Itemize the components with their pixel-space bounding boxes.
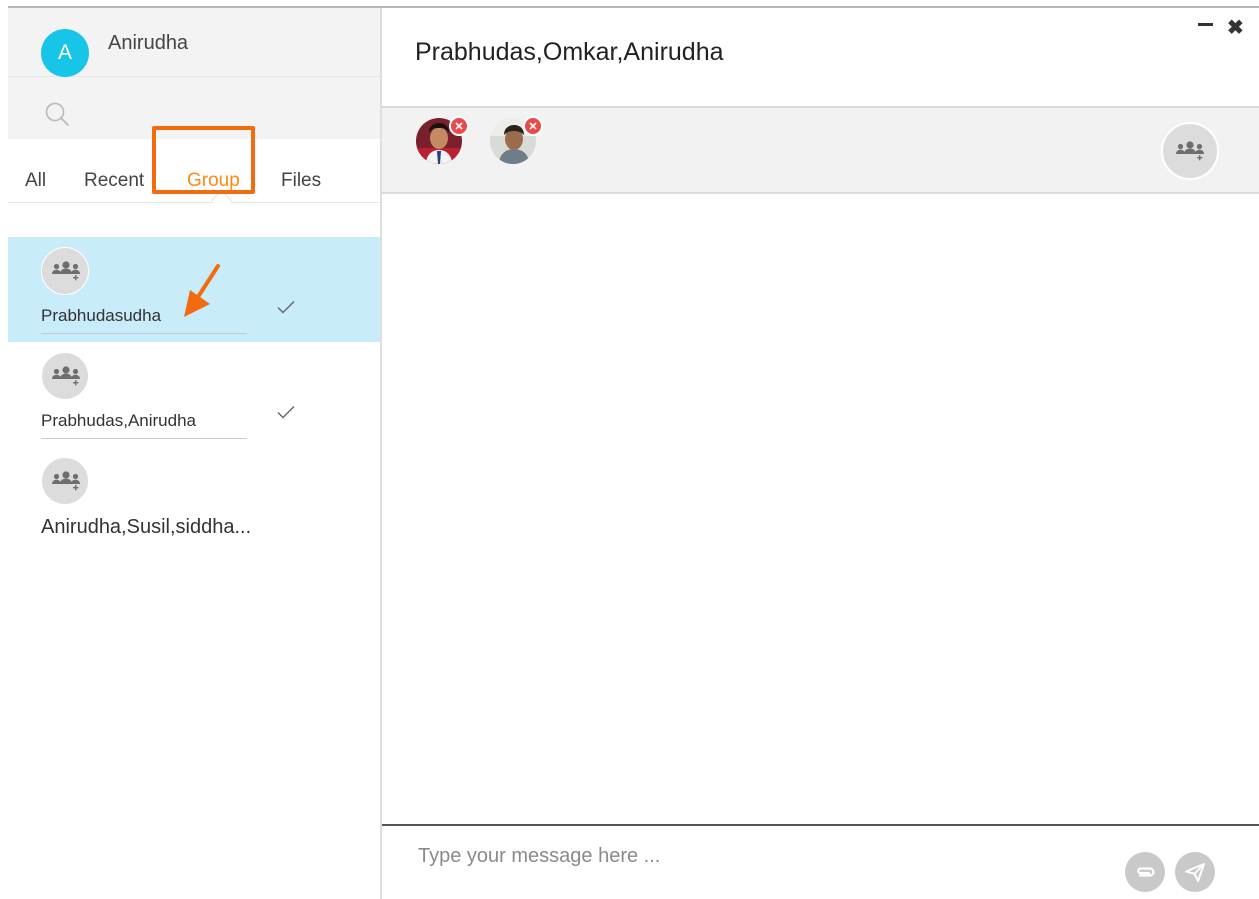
add-group-member-button[interactable]	[1161, 122, 1219, 180]
profile-header: A Anirudha	[8, 8, 380, 77]
attach-button[interactable]	[1125, 852, 1165, 892]
check-icon	[277, 405, 295, 419]
member-avatar[interactable]	[490, 116, 543, 164]
divider	[41, 438, 247, 439]
chat-header: Prabhudas,Omkar,Anirudha ✖	[382, 8, 1259, 108]
check-icon	[277, 300, 295, 314]
send-icon	[1185, 863, 1205, 882]
divider	[41, 333, 247, 334]
message-input[interactable]	[416, 840, 1100, 872]
paperclip-icon	[1137, 867, 1155, 877]
group-icon	[41, 457, 89, 505]
conversation-name: Anirudha,Susil,siddha...	[41, 516, 252, 538]
user-name: Anirudha	[108, 32, 189, 54]
conversation-name: Prabhudasudha	[41, 306, 162, 325]
send-button[interactable]	[1175, 852, 1215, 892]
message-area[interactable]	[382, 194, 1259, 824]
list-item[interactable]: Prabhudas,Anirudha	[8, 342, 380, 447]
list-item[interactable]: Anirudha,Susil,siddha...	[8, 447, 380, 552]
search-icon[interactable]	[44, 101, 70, 127]
members-bar	[382, 108, 1259, 194]
composer	[382, 826, 1259, 899]
conversation-name: Prabhudas,Anirudha	[41, 411, 197, 430]
avatar[interactable]: A	[41, 29, 89, 77]
annotation-highlight-box	[152, 126, 255, 194]
member-avatar[interactable]	[416, 116, 469, 164]
add-group-member-icon	[1176, 141, 1204, 161]
remove-icon[interactable]	[523, 116, 543, 136]
annotation-arrow-icon	[184, 264, 220, 317]
group-icon	[41, 352, 89, 400]
tab-all[interactable]: All	[25, 170, 46, 192]
tab-files[interactable]: Files	[281, 170, 321, 192]
remove-icon[interactable]	[449, 116, 469, 136]
tab-recent[interactable]: Recent	[84, 170, 144, 192]
minimize-icon[interactable]	[1198, 23, 1213, 26]
group-icon	[41, 247, 89, 295]
close-icon[interactable]: ✖	[1227, 18, 1244, 38]
chat-title: Prabhudas,Omkar,Anirudha	[415, 38, 724, 66]
